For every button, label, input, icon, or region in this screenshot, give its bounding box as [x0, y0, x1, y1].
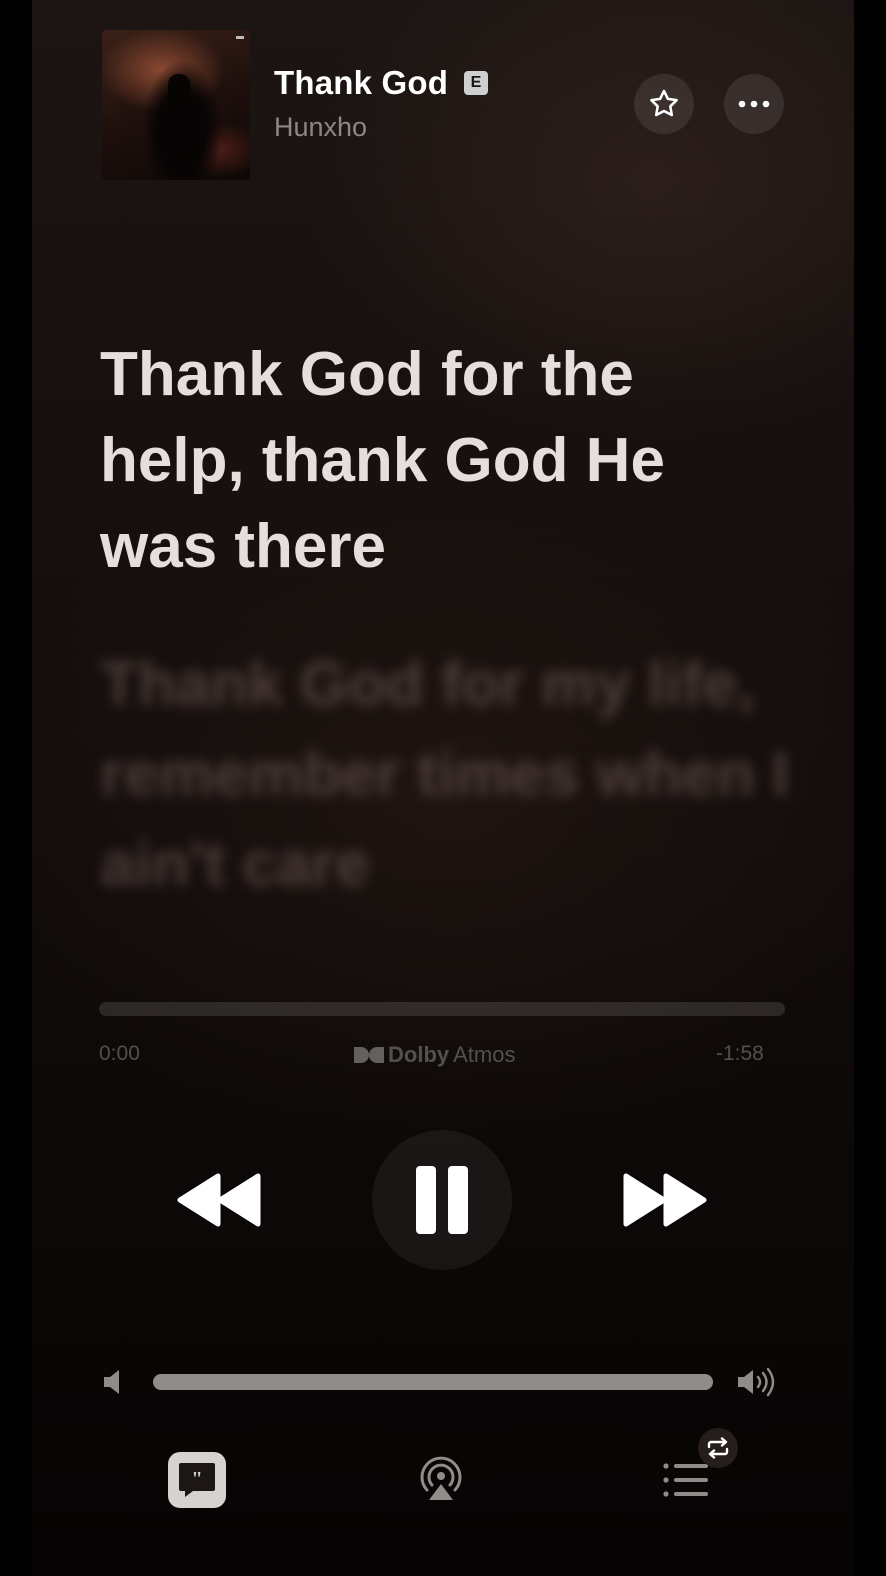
- airplay-icon: [420, 1456, 462, 1500]
- repeat-indicator[interactable]: [698, 1428, 738, 1468]
- explicit-badge: E: [464, 71, 488, 95]
- svg-text:": ": [191, 1468, 202, 1490]
- atmos-word: Atmos: [453, 1042, 516, 1067]
- star-outline-icon: [650, 89, 678, 117]
- queue-button[interactable]: [662, 1460, 712, 1505]
- ellipsis-icon: [738, 100, 770, 108]
- volume-max-button: [736, 1366, 780, 1403]
- airplay-button[interactable]: [416, 1456, 466, 1507]
- speaker-low-icon: [104, 1370, 119, 1394]
- lyric-current-line[interactable]: Thank God for the help, thank God He was…: [100, 332, 780, 590]
- album-artwork[interactable]: [102, 30, 250, 180]
- next-button[interactable]: [620, 1172, 710, 1233]
- pause-icon: [416, 1166, 468, 1234]
- fast-forward-icon: [623, 1173, 707, 1227]
- artwork-badge: [236, 36, 244, 39]
- repeat-icon: [707, 1437, 729, 1459]
- lyrics-quote-icon: ": [179, 1463, 215, 1497]
- track-title[interactable]: Thank God: [274, 64, 448, 102]
- lyric-next-line[interactable]: Thank God for my life, remember times wh…: [100, 640, 820, 910]
- playback-scrubber[interactable]: [99, 1002, 785, 1016]
- dolby-word: Dolby: [388, 1042, 450, 1067]
- volume-slider[interactable]: [153, 1374, 713, 1390]
- artwork-figure: [168, 74, 190, 174]
- lyrics-button[interactable]: ": [168, 1452, 226, 1508]
- remaining-time: -1:58: [716, 1042, 764, 1065]
- now-playing-screen: Thank God E Hunxho Thank God for the hel…: [32, 0, 854, 1576]
- artist-name[interactable]: Hunxho: [274, 112, 367, 143]
- dolby-icon: [354, 1047, 384, 1063]
- volume-min-button: [102, 1368, 126, 1401]
- pause-glyph-holder: [414, 1164, 470, 1241]
- elapsed-time: 0:00: [99, 1042, 140, 1065]
- queue-list-icon: [663, 1463, 708, 1497]
- more-options-button[interactable]: [724, 74, 784, 134]
- rewind-icon: [177, 1173, 261, 1227]
- favorite-button[interactable]: [634, 74, 694, 134]
- volume-fill: [153, 1374, 713, 1390]
- dolby-atmos-label: Dolby Atmos: [354, 1042, 515, 1068]
- previous-button[interactable]: [174, 1172, 264, 1233]
- speaker-high-icon: [738, 1367, 775, 1397]
